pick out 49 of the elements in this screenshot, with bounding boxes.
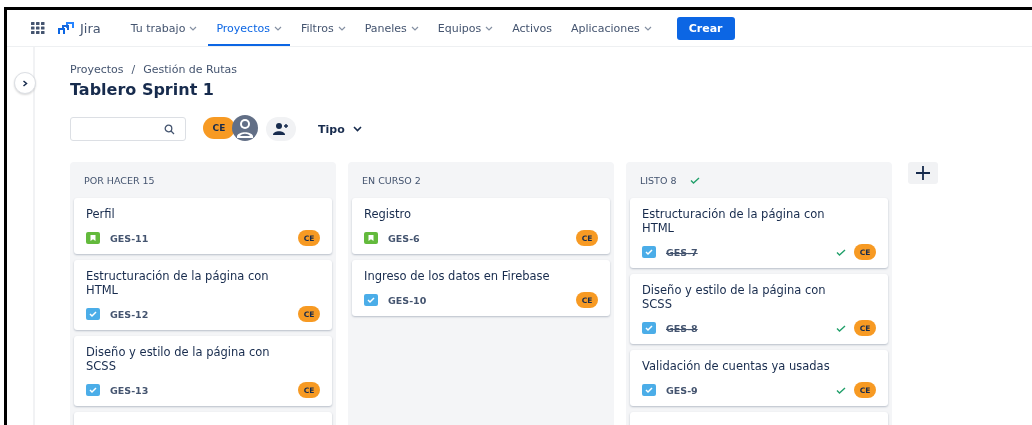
column-header: LISTO 8: [640, 174, 677, 186]
check-icon: [836, 248, 846, 256]
chevron-right-icon: [22, 79, 28, 87]
issue-key[interactable]: GES-13: [110, 384, 149, 396]
breadcrumb-link[interactable]: Gestión de Rutas: [143, 63, 238, 76]
issue-title: Diseño y estilo de la página con SCSS: [642, 283, 827, 311]
search-icon: [164, 123, 175, 135]
type-filter-dropdown[interactable]: Tipo: [312, 121, 368, 137]
nav-menu-item[interactable]: Proyectos: [208, 10, 290, 46]
plus-icon: [914, 164, 932, 182]
column-header: EN CURSO 2: [362, 174, 421, 186]
nav-menu-item[interactable]: Aplicaciones: [562, 10, 660, 46]
issue-key[interactable]: GES-7: [666, 246, 698, 258]
column-header: POR HACER 15: [84, 174, 155, 186]
create-button[interactable]: Crear: [676, 16, 735, 40]
nav-menu-item[interactable]: Filtros: [292, 10, 354, 46]
issue-key[interactable]: GES-8: [666, 322, 698, 334]
board-title: Tablero Sprint 1: [70, 80, 215, 99]
search-field[interactable]: [70, 117, 186, 141]
issue-title: Registro: [364, 207, 413, 221]
issue-title: Estructuración de la página con HTML: [86, 269, 270, 297]
expand-sidebar-button[interactable]: [14, 72, 36, 94]
add-user-icon: [273, 123, 289, 135]
nav-menu-item[interactable]: Tu trabajo: [122, 10, 206, 46]
add-column-button[interactable]: [908, 162, 938, 184]
issue-title: Estructuración de la página con HTML: [642, 207, 826, 235]
issue-key[interactable]: GES-9: [666, 384, 698, 396]
issue-key[interactable]: GES-6: [388, 232, 420, 244]
issue-key[interactable]: GES-11: [110, 232, 149, 244]
nav-menu-item[interactable]: Activos: [504, 10, 560, 46]
issue-key[interactable]: GES-10: [388, 294, 427, 306]
nav-menu-item[interactable]: Paneles: [356, 10, 427, 46]
chevron-down-icon: [352, 126, 362, 132]
issue-key[interactable]: GES-12: [110, 308, 149, 320]
nav-menu-item[interactable]: Equipos: [429, 10, 502, 46]
logo-icon: [57, 21, 75, 35]
breadcrumb-separator: /: [131, 63, 136, 76]
user-avatar-icon[interactable]: [231, 113, 259, 142]
check-icon: [836, 324, 846, 332]
app-grid-icon[interactable]: [31, 22, 45, 34]
logo-text: Jira: [80, 20, 101, 36]
breadcrumb-link[interactable]: Proyectos: [70, 63, 124, 76]
issue-title: Perfil: [86, 207, 116, 221]
issue-title: Validación de cuentas ya usadas: [642, 359, 831, 373]
issue-title: Ingreso de los datos en Firebase: [364, 269, 551, 283]
issue-title: Diseño y estilo de la página con SCSS: [86, 345, 271, 373]
add-people-button[interactable]: [266, 117, 296, 141]
avatar[interactable]: CE: [203, 116, 235, 139]
check-icon: [836, 386, 846, 394]
